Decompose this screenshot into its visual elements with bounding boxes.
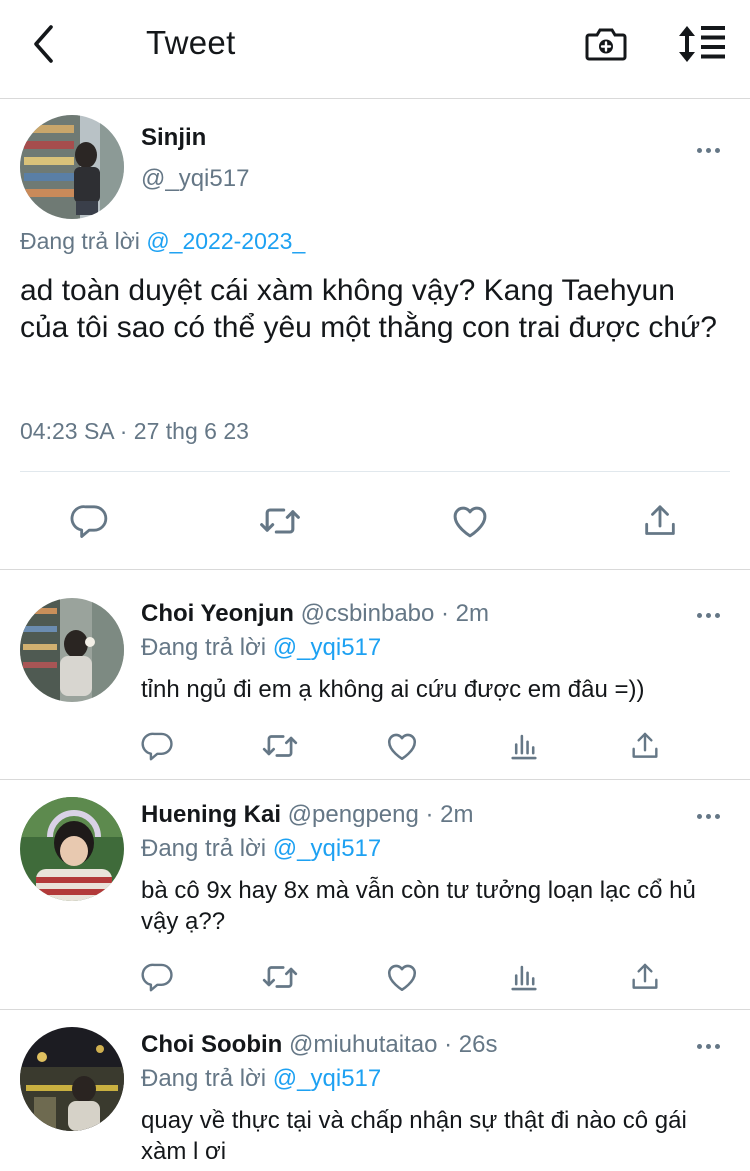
avatar[interactable]: [20, 1027, 124, 1131]
replying-to-prefix: Đang trả lời: [141, 634, 267, 661]
top-bar: Tweet: [0, 0, 750, 99]
replying-to-mention[interactable]: @_yqi517: [273, 835, 381, 862]
replying-to-mention[interactable]: @_yqi517: [273, 634, 381, 661]
share-icon: [640, 501, 680, 541]
replying-to: Đang trả lời @_yqi517: [141, 835, 381, 863]
reply-header: Huening Kai @pengpeng · 2m: [141, 801, 474, 829]
author-name[interactable]: Sinjin: [141, 124, 206, 152]
tweet-text: quay về thực tại và chấp nhận sự thật đi…: [141, 1107, 687, 1165]
tweet-timestamp: 04:23 SA · 27 thg 6 23: [20, 418, 249, 444]
avatar[interactable]: [20, 598, 124, 702]
reply-button[interactable]: [136, 955, 180, 999]
reply-header: Choi Soobin @miuhutaitao · 26s: [141, 1031, 497, 1059]
share-button[interactable]: [623, 955, 667, 999]
share-icon: [628, 729, 662, 763]
analytics-button[interactable]: [502, 724, 546, 768]
like-icon: [384, 728, 420, 764]
like-button[interactable]: [445, 496, 495, 546]
main-tweet: Sinjin @_yqi517 Đang trả lời @_2022-2023…: [0, 100, 750, 570]
retweet-icon: [261, 727, 299, 765]
camera-button[interactable]: [582, 20, 630, 68]
author-name[interactable]: Huening Kai: [141, 801, 281, 828]
replying-to: Đang trả lời @_yqi517: [141, 1065, 381, 1093]
share-button[interactable]: [623, 724, 667, 768]
replying-to-mention[interactable]: @_2022-2023_: [146, 228, 305, 254]
tweet-text: tỉnh ngủ đi em ạ không ai cứu được em đâ…: [141, 676, 645, 703]
replying-to: Đang trả lời @_yqi517: [141, 634, 381, 662]
replying-to-prefix: Đang trả lời: [141, 1065, 267, 1092]
retweet-icon: [261, 958, 299, 996]
more-options-button[interactable]: [686, 135, 730, 165]
tweet-text: bà cô 9x hay 8x mà vẫn còn tư tưởng loạn…: [141, 877, 696, 935]
more-icon: [696, 813, 720, 819]
reply-icon: [141, 729, 175, 763]
author-handle-time: @pengpeng · 2m: [281, 801, 474, 828]
reply-tweet[interactable]: Choi Yeonjun @csbinbabo · 2m Đang trả lờ…: [0, 570, 750, 780]
analytics-button[interactable]: [502, 955, 546, 999]
reply-header: Choi Yeonjun @csbinbabo · 2m: [141, 600, 489, 628]
retweet-button[interactable]: [258, 955, 302, 999]
page-title: Tweet: [146, 24, 236, 61]
analytics-icon: [507, 729, 541, 763]
back-button[interactable]: [22, 22, 66, 66]
author-handle-time: @miuhutaitao · 26s: [282, 1031, 498, 1058]
reply-tweet[interactable]: Huening Kai @pengpeng · 2m Đang trả lời …: [0, 781, 750, 1010]
avatar[interactable]: [20, 115, 124, 219]
retweet-button[interactable]: [258, 724, 302, 768]
like-icon: [384, 959, 420, 995]
author-name[interactable]: Choi Yeonjun: [141, 600, 294, 627]
more-icon: [696, 147, 720, 153]
analytics-icon: [507, 960, 541, 994]
more-options-button[interactable]: [686, 1031, 730, 1061]
replying-to-prefix: Đang trả lời: [141, 835, 267, 862]
more-icon: [696, 1043, 720, 1049]
tweet-actions: [0, 472, 750, 570]
avatar[interactable]: [20, 797, 124, 901]
reply-icon: [141, 960, 175, 994]
reply-icon: [70, 501, 110, 541]
like-icon: [449, 500, 491, 542]
replying-to-mention[interactable]: @_yqi517: [273, 1065, 381, 1092]
more-options-button[interactable]: [686, 801, 730, 831]
like-button[interactable]: [380, 955, 424, 999]
retweet-button[interactable]: [255, 496, 305, 546]
like-button[interactable]: [380, 724, 424, 768]
reply-button[interactable]: [65, 496, 115, 546]
chevron-left-icon: [31, 24, 57, 64]
share-button[interactable]: [635, 496, 685, 546]
author-handle[interactable]: @_yqi517: [141, 165, 249, 193]
share-icon: [628, 960, 662, 994]
sort-icon: [677, 24, 727, 64]
reply-tweet[interactable]: Choi Soobin @miuhutaitao · 26s Đang trả …: [0, 1011, 750, 1171]
retweet-icon: [258, 499, 302, 543]
sort-button[interactable]: [674, 20, 730, 68]
replying-to: Đang trả lời @_2022-2023_: [20, 228, 305, 255]
tweet-actions: [0, 955, 750, 1005]
tweet-text: ad toàn duyệt cái xàm không vậy? Kang Ta…: [20, 274, 717, 344]
author-name[interactable]: Choi Soobin: [141, 1031, 282, 1058]
more-options-button[interactable]: [686, 600, 730, 630]
more-icon: [696, 612, 720, 618]
reply-button[interactable]: [136, 724, 180, 768]
camera-plus-icon: [585, 25, 627, 63]
author-handle-time: @csbinbabo · 2m: [293, 600, 490, 627]
replying-to-prefix: Đang trả lời: [20, 228, 140, 254]
tweet-actions: [0, 724, 750, 774]
